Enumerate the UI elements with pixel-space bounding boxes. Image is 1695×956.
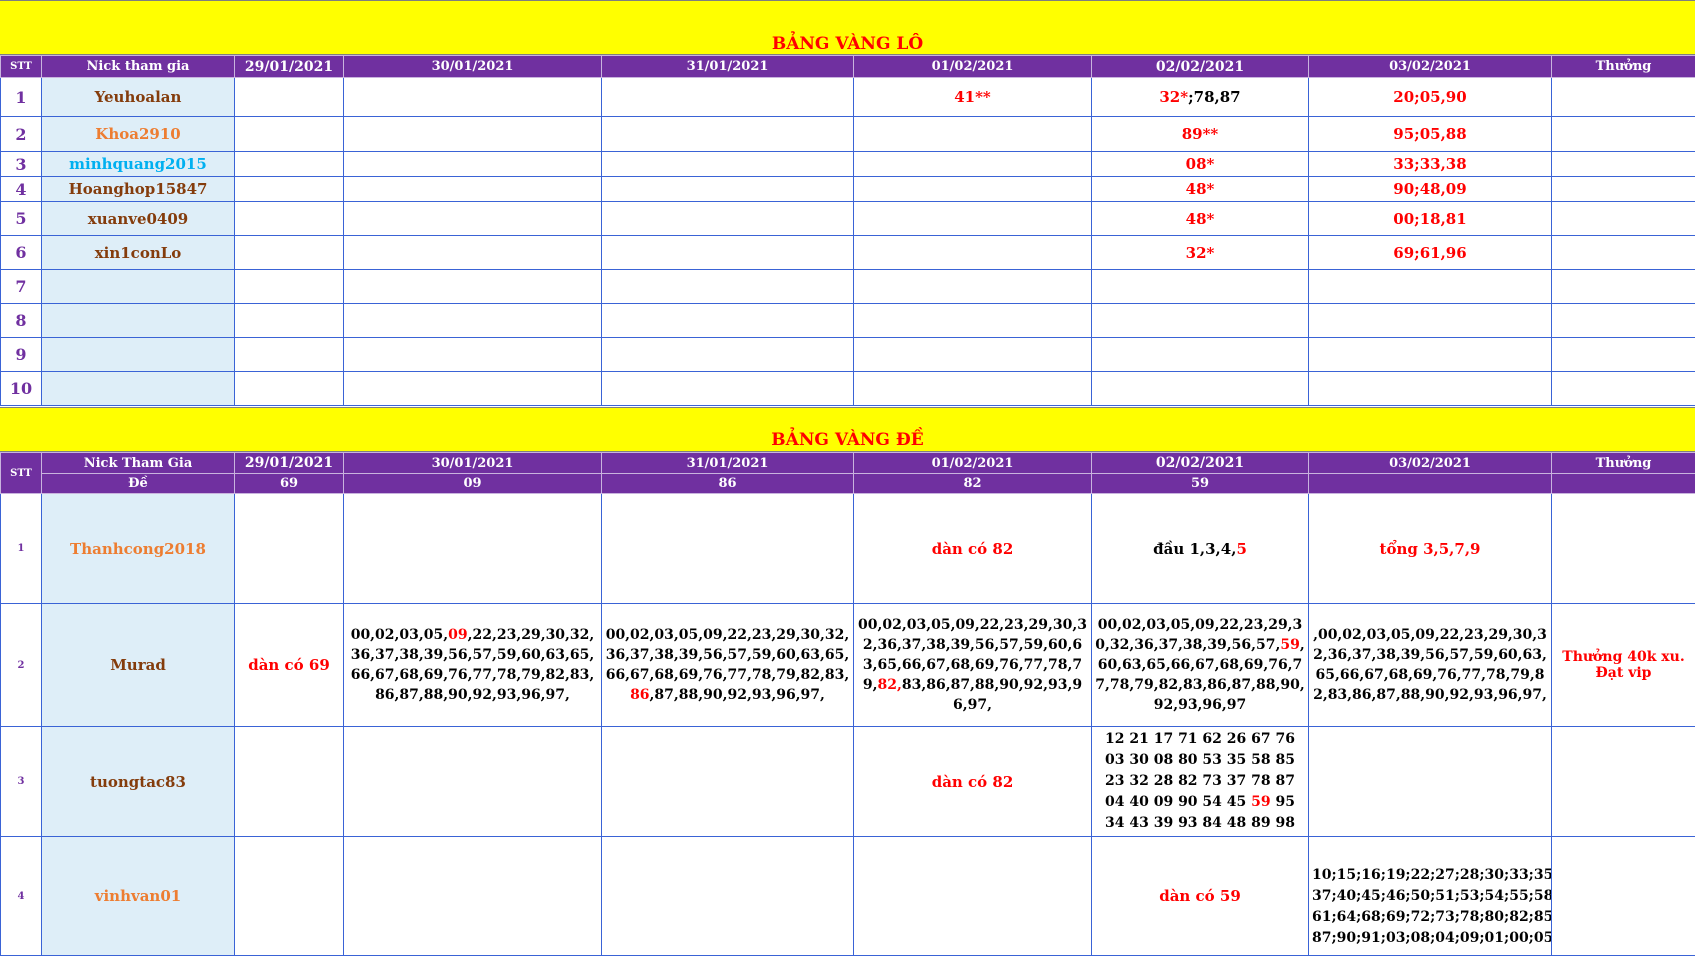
pick-cell: dàn có 59 xyxy=(1092,837,1309,956)
table-row: 1 Yeuhoalan 41** 32*;78,87 20;05,90 xyxy=(1,78,1695,117)
pick-cell: 33;33,38 xyxy=(1309,152,1552,177)
lo-table: STT Nick tham gia 29/01/2021 30/01/2021 … xyxy=(0,55,1695,406)
lo-header-nick: Nick tham gia xyxy=(42,56,235,78)
de-title-banner: BẢNG VÀNG ĐỀ xyxy=(0,407,1695,452)
nick-cell: tuongtac83 xyxy=(42,727,235,837)
result-number: 69 xyxy=(235,474,344,494)
lo-header-date: 03/02/2021 xyxy=(1309,56,1552,78)
de-header-date: 31/01/2021 xyxy=(602,453,854,474)
pick-cell: 20;05,90 xyxy=(1309,78,1552,117)
result-number: 82 xyxy=(854,474,1092,494)
de-header-date: 03/02/2021 xyxy=(1309,453,1552,474)
table-row: 3 tuongtac83 dàn có 82 12 21 17 71 62 26… xyxy=(1,727,1695,837)
table-row: 8 xyxy=(1,304,1695,338)
lo-header-reward: Thưởng xyxy=(1552,56,1695,78)
row-stt: 8 xyxy=(1,304,42,338)
nick-cell: Thanhcong2018 xyxy=(42,494,235,604)
pick-cell: đầu 1,3,4,5 xyxy=(1092,494,1309,604)
pick-cell: 12 21 17 71 62 26 67 76 03 30 08 80 53 3… xyxy=(1092,727,1309,837)
row-stt: 3 xyxy=(1,727,42,837)
lo-header-date: 31/01/2021 xyxy=(602,56,854,78)
de-header-de-label: Đề xyxy=(42,474,235,494)
lo-header-date: 01/02/2021 xyxy=(854,56,1092,78)
de-table: STT Nick Tham Gia 29/01/2021 30/01/2021 … xyxy=(0,452,1695,956)
spreadsheet: BẢNG VÀNG LÔ STT Nick tham gia 29/01/202… xyxy=(0,0,1695,955)
pick-cell: 48* xyxy=(1092,202,1309,236)
pick-cell: 89** xyxy=(1092,117,1309,152)
de-header-reward: Thưởng xyxy=(1552,453,1695,474)
pick-cell: 32* xyxy=(1092,236,1309,270)
de-header-date: 02/02/2021 xyxy=(1092,453,1309,474)
table-row: 10 xyxy=(1,372,1695,406)
row-stt: 4 xyxy=(1,177,42,202)
table-row: 4 Hoanghop15847 48* 90;48,09 xyxy=(1,177,1695,202)
pick-cell: 48* xyxy=(1092,177,1309,202)
table-row: 2 Khoa2910 89** 95;05,88 xyxy=(1,117,1695,152)
pick-cell: 00,02,03,05,09,22,23,29,30,32,36,37,38,3… xyxy=(344,604,602,727)
result-number: 09 xyxy=(344,474,602,494)
table-row: 5 xuanve0409 48* 00;18,81 xyxy=(1,202,1695,236)
lo-title: BẢNG VÀNG LÔ xyxy=(0,34,1695,54)
nick-cell: Murad xyxy=(42,604,235,727)
row-stt: 1 xyxy=(1,78,42,117)
pick-cell: 00,02,03,05,09,22,23,29,30,32,36,37,38,3… xyxy=(1092,604,1309,727)
table-row: 6 xin1conLo 32* 69;61,96 xyxy=(1,236,1695,270)
row-stt: 4 xyxy=(1,837,42,956)
row-stt: 2 xyxy=(1,604,42,727)
nick-cell: xuanve0409 xyxy=(42,202,235,236)
row-stt: 3 xyxy=(1,152,42,177)
pick-cell: 32*;78,87 xyxy=(1092,78,1309,117)
table-row: 9 xyxy=(1,338,1695,372)
nick-cell: Hoanghop15847 xyxy=(42,177,235,202)
lo-header-date: 29/01/2021 xyxy=(235,56,344,78)
lo-header-date: 30/01/2021 xyxy=(344,56,602,78)
nick-cell: Yeuhoalan xyxy=(42,78,235,117)
de-header-date: 01/02/2021 xyxy=(854,453,1092,474)
de-header-date: 29/01/2021 xyxy=(235,453,344,474)
row-stt: 10 xyxy=(1,372,42,406)
nick-cell: xin1conLo xyxy=(42,236,235,270)
row-stt: 1 xyxy=(1,494,42,604)
pick-cell: ,00,02,03,05,09,22,23,29,30,32,36,37,38,… xyxy=(1309,604,1552,727)
de-header-nick: Nick Tham Gia xyxy=(42,453,235,474)
pick-cell: 00,02,03,05,09,22,23,29,30,32,36,37,38,3… xyxy=(854,604,1092,727)
result-number: 86 xyxy=(602,474,854,494)
de-header-date: 30/01/2021 xyxy=(344,453,602,474)
lo-header-stt: STT xyxy=(1,56,42,78)
pick-cell: dàn có 82 xyxy=(854,494,1092,604)
pick-cell: 10;15;16;19;22;27;28;30;33;35; 37;40;45;… xyxy=(1309,837,1552,956)
result-number: 59 xyxy=(1092,474,1309,494)
row-stt: 9 xyxy=(1,338,42,372)
table-row: 3 minhquang2015 08* 33;33,38 xyxy=(1,152,1695,177)
pick-cell: 00,02,03,05,09,22,23,29,30,32,36,37,38,3… xyxy=(602,604,854,727)
number-list: 10;15;16;19;22;27;28;30;33;35; 37;40;45;… xyxy=(1312,865,1552,949)
pick-cell: 95;05,88 xyxy=(1309,117,1552,152)
pick-cell: dàn có 82 xyxy=(854,727,1092,837)
table-row: 4 vinhvan01 dàn có 59 10;15;16;19;22;27;… xyxy=(1,837,1695,956)
nick-cell: minhquang2015 xyxy=(42,152,235,177)
de-title: BẢNG VÀNG ĐỀ xyxy=(0,430,1695,450)
reward-cell: Thưởng 40k xu. Đạt vip xyxy=(1552,604,1695,727)
pick-cell: 90;48,09 xyxy=(1309,177,1552,202)
pick-cell: tổng 3,5,7,9 xyxy=(1309,494,1552,604)
table-row: 1 Thanhcong2018 dàn có 82 đầu 1,3,4,5 tổ… xyxy=(1,494,1695,604)
nick-cell: vinhvan01 xyxy=(42,837,235,956)
number-grid: 12 21 17 71 62 26 67 76 03 30 08 80 53 3… xyxy=(1105,729,1295,834)
pick-cell: 00;18,81 xyxy=(1309,202,1552,236)
lo-title-banner: BẢNG VÀNG LÔ xyxy=(0,0,1695,55)
row-stt: 7 xyxy=(1,270,42,304)
row-stt: 6 xyxy=(1,236,42,270)
pick-cell: 41** xyxy=(854,78,1092,117)
pick-cell: dàn có 69 xyxy=(235,604,344,727)
nick-cell: Khoa2910 xyxy=(42,117,235,152)
row-stt: 5 xyxy=(1,202,42,236)
table-row: 2 Murad dàn có 69 00,02,03,05,09,22,23,2… xyxy=(1,604,1695,727)
row-stt: 2 xyxy=(1,117,42,152)
pick-cell: 08* xyxy=(1092,152,1309,177)
result-number xyxy=(1309,474,1552,494)
lo-header-date: 02/02/2021 xyxy=(1092,56,1309,78)
de-header-stt: STT xyxy=(1,453,42,494)
pick-cell: 69;61,96 xyxy=(1309,236,1552,270)
table-row: 7 xyxy=(1,270,1695,304)
